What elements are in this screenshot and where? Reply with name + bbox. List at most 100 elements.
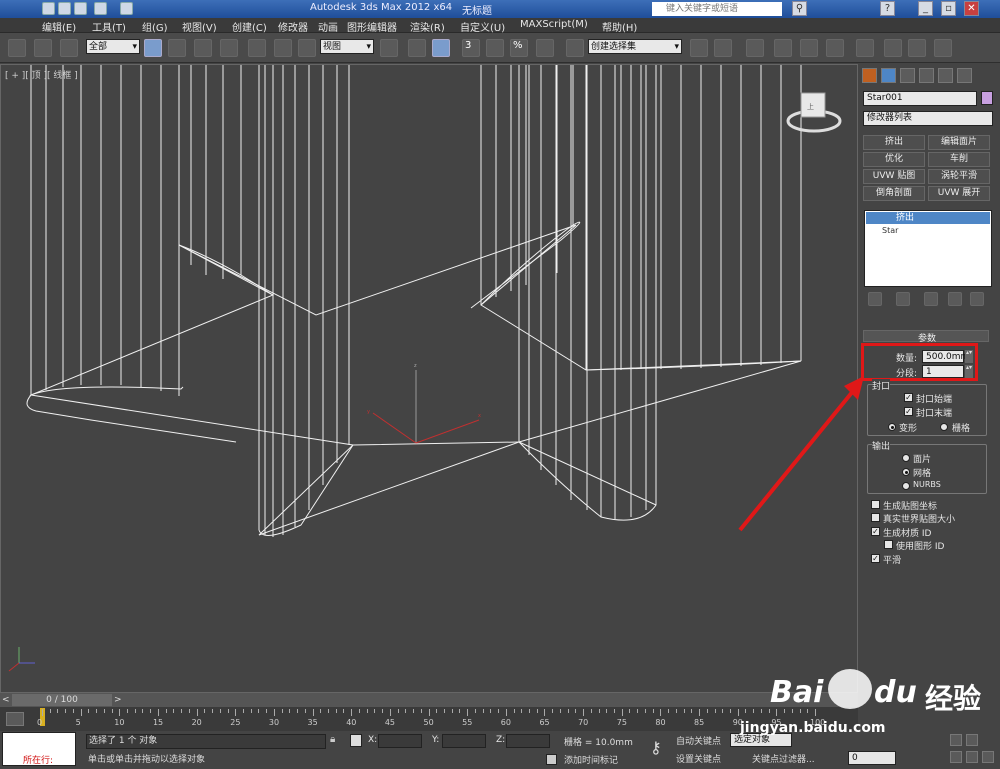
modifier-button-uvw-map[interactable]: UVW 贴图 bbox=[863, 169, 925, 184]
object-color-swatch[interactable] bbox=[981, 91, 993, 105]
parameters-rollout-header[interactable]: 参数 bbox=[863, 330, 989, 344]
window-crossing-icon[interactable] bbox=[220, 39, 238, 57]
show-end-result-icon[interactable] bbox=[896, 292, 910, 306]
morph-radio[interactable] bbox=[888, 423, 896, 431]
gen-matid-checkbox[interactable]: ✓ bbox=[871, 527, 880, 536]
select-object-icon[interactable] bbox=[144, 39, 162, 57]
open-file-icon[interactable] bbox=[58, 2, 71, 15]
time-slider-track[interactable] bbox=[0, 693, 858, 707]
rect-selection-icon[interactable] bbox=[194, 39, 212, 57]
lock-selection-icon[interactable]: 🔒︎ bbox=[330, 734, 342, 747]
select-by-name-icon[interactable] bbox=[168, 39, 186, 57]
material-editor-icon[interactable] bbox=[856, 39, 874, 57]
set-key-icon[interactable]: ⚷ bbox=[650, 738, 662, 757]
menu-customize[interactable]: 自定义(U) bbox=[460, 19, 505, 34]
configure-modifier-sets-icon[interactable] bbox=[970, 292, 984, 306]
restore-button[interactable]: ▫ bbox=[941, 1, 956, 16]
rendered-frame-icon[interactable] bbox=[908, 39, 926, 57]
help-icon[interactable]: ? bbox=[880, 1, 895, 16]
keyboard-shortcut-icon[interactable] bbox=[432, 39, 450, 57]
x-coord-field[interactable] bbox=[378, 734, 422, 748]
mirror-icon[interactable] bbox=[690, 39, 708, 57]
new-file-icon[interactable] bbox=[42, 2, 55, 15]
utilities-tab-icon[interactable] bbox=[957, 68, 972, 83]
modifier-button-optimize[interactable]: 优化 bbox=[863, 152, 925, 167]
select-manipulate-icon[interactable] bbox=[408, 39, 426, 57]
scale-icon[interactable] bbox=[298, 39, 316, 57]
menu-help[interactable]: 帮助(H) bbox=[602, 19, 637, 34]
link-icon[interactable] bbox=[8, 39, 26, 57]
save-file-icon[interactable] bbox=[74, 2, 87, 15]
menu-edit[interactable]: 编辑(E) bbox=[42, 19, 76, 34]
mesh-radio[interactable] bbox=[902, 468, 910, 476]
add-time-tag[interactable]: 添加时间标记 bbox=[564, 753, 618, 766]
maxscript-listener[interactable]: 所在行: bbox=[2, 732, 76, 766]
cap-end-checkbox[interactable]: ✓ bbox=[904, 407, 913, 416]
graphite-ribbon-icon[interactable] bbox=[774, 39, 792, 57]
orbit-icon[interactable] bbox=[966, 751, 978, 763]
modifier-button-bevel-profile[interactable]: 倒角剖面 bbox=[863, 186, 925, 201]
align-icon[interactable] bbox=[714, 39, 732, 57]
time-tag-icon[interactable] bbox=[546, 754, 557, 765]
modifier-stack[interactable]: 挤出 Star bbox=[864, 210, 992, 287]
modifier-button-lathe[interactable]: 车削 bbox=[928, 152, 990, 167]
modifier-button-turbosmooth[interactable]: 涡轮平滑 bbox=[928, 169, 990, 184]
grid-radio[interactable] bbox=[940, 423, 948, 431]
gen-mapping-checkbox[interactable] bbox=[871, 500, 880, 509]
stack-item-extrude[interactable]: 挤出 bbox=[866, 212, 990, 224]
hierarchy-tab-icon[interactable] bbox=[900, 68, 915, 83]
snap-toggle-icon[interactable]: 3 bbox=[462, 39, 480, 57]
object-name-field[interactable]: Star001 bbox=[863, 91, 977, 106]
close-button[interactable]: ✕ bbox=[964, 1, 979, 16]
menu-maxscript[interactable]: MAXScript(M) bbox=[520, 19, 588, 30]
curve-editor-icon[interactable] bbox=[800, 39, 818, 57]
menu-create[interactable]: 创建(C) bbox=[232, 19, 267, 34]
cap-start-checkbox[interactable]: ✓ bbox=[904, 393, 913, 402]
menu-modifiers[interactable]: 修改器 bbox=[278, 19, 308, 34]
unlink-icon[interactable] bbox=[34, 39, 52, 57]
z-coord-field[interactable] bbox=[506, 734, 550, 748]
angle-snap-icon[interactable] bbox=[486, 39, 504, 57]
smooth-checkbox[interactable]: ✓ bbox=[871, 554, 880, 563]
modifier-list-combo[interactable]: 修改器列表 bbox=[863, 111, 993, 126]
undo-icon[interactable] bbox=[94, 2, 107, 15]
timeline-prev-button[interactable]: < bbox=[2, 695, 10, 705]
stack-item-star[interactable]: Star bbox=[866, 225, 990, 237]
layer-manager-icon[interactable] bbox=[746, 39, 764, 57]
menu-views[interactable]: 视图(V) bbox=[182, 19, 217, 34]
selection-filter-combo[interactable]: 全部 bbox=[86, 39, 140, 55]
pivot-icon[interactable] bbox=[380, 39, 398, 57]
absolute-mode-icon[interactable] bbox=[350, 734, 362, 747]
use-shape-id-checkbox[interactable] bbox=[884, 540, 893, 549]
render-setup-icon[interactable] bbox=[884, 39, 902, 57]
edit-named-selection-icon[interactable] bbox=[566, 39, 584, 57]
create-tab-icon[interactable] bbox=[862, 68, 877, 83]
set-key-button[interactable]: 设置关键点 bbox=[676, 752, 721, 765]
menu-rendering[interactable]: 渲染(R) bbox=[410, 19, 445, 34]
maximize-viewport-icon[interactable] bbox=[982, 751, 994, 763]
display-tab-icon[interactable] bbox=[938, 68, 953, 83]
y-coord-field[interactable] bbox=[442, 734, 486, 748]
remove-modifier-icon[interactable] bbox=[948, 292, 962, 306]
bind-spacewarp-icon[interactable] bbox=[60, 39, 78, 57]
zoom-extents-icon[interactable] bbox=[966, 734, 978, 746]
time-slider-thumb[interactable]: 0 / 100 bbox=[12, 694, 112, 706]
motion-tab-icon[interactable] bbox=[919, 68, 934, 83]
rotate-icon[interactable] bbox=[274, 39, 292, 57]
spinner-snap-icon[interactable] bbox=[536, 39, 554, 57]
render-production-icon[interactable] bbox=[934, 39, 952, 57]
modifier-button-uvw-unwrap[interactable]: UVW 展开 bbox=[928, 186, 990, 201]
move-icon[interactable] bbox=[248, 39, 266, 57]
modifier-button-edit-patch[interactable]: 编辑面片 bbox=[928, 135, 990, 150]
zoom-icon[interactable] bbox=[950, 734, 962, 746]
search-input[interactable]: 键入关键字或短语 bbox=[652, 2, 782, 16]
menu-graph-editors[interactable]: 图形编辑器 bbox=[347, 19, 397, 34]
binoculars-icon[interactable]: ⚲ bbox=[792, 1, 807, 16]
redo-icon[interactable] bbox=[120, 2, 133, 15]
menu-animation[interactable]: 动画 bbox=[318, 19, 338, 34]
menu-group[interactable]: 组(G) bbox=[142, 19, 168, 34]
modifier-button-extrude[interactable]: 挤出 bbox=[863, 135, 925, 150]
reference-coord-combo[interactable]: 视图 bbox=[320, 39, 374, 55]
named-selection-combo[interactable]: 创建选择集 bbox=[588, 39, 682, 55]
modify-tab-icon[interactable] bbox=[881, 68, 896, 83]
